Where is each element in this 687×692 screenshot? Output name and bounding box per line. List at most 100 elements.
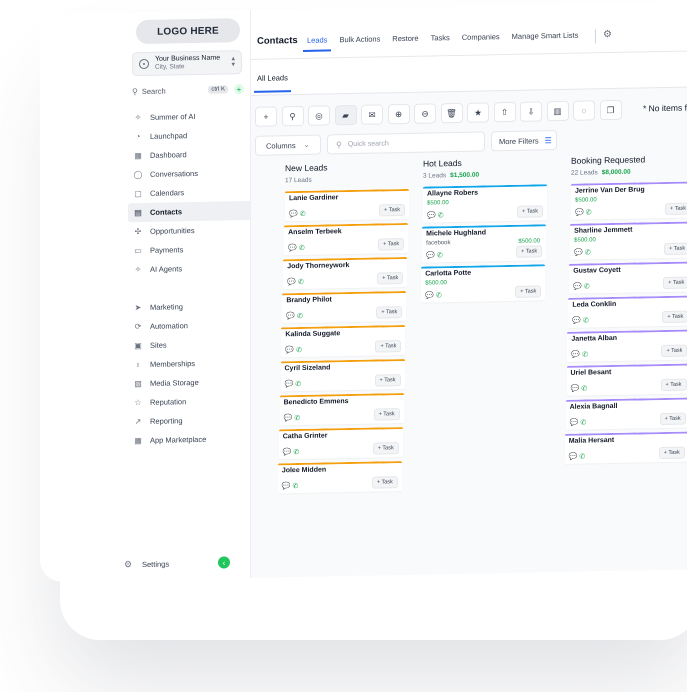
sidebar-item-summer-of-ai[interactable]: ✧ Summer of AI [128, 106, 252, 127]
phone-icon[interactable]: ✆ [436, 292, 442, 299]
add-task-button[interactable]: + Task [516, 245, 543, 258]
sidebar-item-reporting[interactable]: ↗ Reporting [128, 410, 252, 431]
chat-icon[interactable]: 💬 [570, 420, 579, 427]
phone-icon[interactable]: ✆ [586, 209, 592, 216]
add-task-button[interactable]: + Task [371, 476, 398, 489]
download-button[interactable]: ⇩ [520, 101, 542, 122]
lead-card[interactable]: Sharline Jemmett $500.00 💬 ✆ + Task [570, 221, 687, 260]
tab-leads[interactable]: Leads [307, 35, 327, 55]
chat-icon[interactable]: 💬 [426, 252, 435, 259]
add-task-button[interactable]: + Task [378, 238, 405, 251]
tab-restore[interactable]: Restore [392, 34, 418, 55]
phone-icon[interactable]: ✆ [580, 420, 586, 427]
lead-card[interactable]: Gustav Coyett 💬 ✆ + Task [569, 261, 687, 294]
phone-icon[interactable]: ✆ [300, 211, 306, 218]
message-button[interactable]: ▰ [334, 104, 357, 126]
chat-icon[interactable]: 💬 [573, 284, 582, 291]
add-task-button[interactable]: + Task [376, 306, 403, 319]
phone-icon[interactable]: ✆ [583, 317, 589, 324]
tag-add-button[interactable]: ⊕ [387, 103, 410, 125]
add-task-button[interactable]: + Task [372, 442, 399, 455]
sidebar-item-ai-agents[interactable]: ✧ AI Agents [128, 258, 252, 279]
add-task-button[interactable]: + Task [517, 205, 543, 218]
sidebar-item-marketing[interactable]: ➤ Marketing [128, 296, 252, 317]
sidebar-item-reputation[interactable]: ☆ Reputation [128, 391, 252, 412]
trash-button[interactable]: 🗑 [440, 102, 463, 124]
sidebar-item-app-marketplace[interactable]: ▦ App Marketplace [128, 429, 252, 450]
chat-icon[interactable]: 💬 [287, 279, 296, 286]
phone-icon[interactable]: ✆ [581, 385, 587, 392]
phone-icon[interactable]: ✆ [437, 252, 443, 259]
upload-button[interactable]: ⇧ [493, 101, 516, 123]
columns-button[interactable]: Columns ⌄ [255, 134, 321, 156]
lead-card[interactable]: Allayne Robers $500.00 💬 ✆ + Task [423, 184, 547, 223]
chat-icon[interactable]: 💬 [284, 415, 293, 422]
tab-all-leads[interactable]: All Leads [257, 73, 288, 83]
add-task-button[interactable]: + Task [515, 285, 542, 298]
chat-icon[interactable]: 💬 [569, 454, 578, 461]
add-task-button[interactable]: + Task [660, 378, 687, 392]
lead-card[interactable]: Malia Hersant 💬 ✆ + Task [564, 431, 687, 464]
add-task-button[interactable]: + Task [375, 340, 402, 353]
lead-card[interactable]: Anselm Terbeek 💬 ✆ + Task [284, 222, 409, 256]
sidebar-item-contacts[interactable]: ▤ Contacts [128, 200, 252, 223]
chat-icon[interactable]: 💬 [282, 483, 291, 490]
add-task-button[interactable]: + Task [374, 374, 401, 387]
sidebar-item-automation[interactable]: ⟳ Automation [128, 315, 252, 336]
chat-icon[interactable]: 💬 [425, 292, 434, 299]
phone-icon[interactable]: ✆ [296, 347, 302, 354]
gear-icon[interactable]: ⚙ [603, 29, 612, 40]
lead-card[interactable]: Jody Thorneywork 💬 ✆ + Task [283, 256, 408, 290]
chat-icon[interactable]: 💬 [283, 449, 292, 456]
phone-icon[interactable]: ✆ [584, 283, 590, 290]
chat-icon[interactable]: 💬 [574, 250, 583, 257]
chart-button[interactable]: ▥ [546, 100, 569, 122]
tab-companies[interactable]: Companies [462, 32, 500, 53]
sidebar-item-media-storage[interactable]: ▨ Media Storage [128, 372, 252, 393]
lead-card[interactable]: Lanie Gardiner 💬 ✆ + Task [285, 188, 409, 222]
tab-bulk-actions[interactable]: Bulk Actions [339, 34, 380, 55]
star-button[interactable]: ★ [467, 102, 489, 123]
phone-icon[interactable]: ✆ [294, 415, 300, 422]
chat-icon[interactable]: 💬 [285, 347, 294, 354]
chat-icon[interactable]: 💬 [288, 245, 297, 252]
sidebar-item-opportunities[interactable]: ✣ Opportunities [128, 220, 252, 241]
lead-card[interactable]: Catha Grinter 💬 ✆ + Task [278, 427, 403, 460]
sidebar-item-sites[interactable]: ▣ Sites [128, 334, 252, 355]
lead-card[interactable]: Carlotta Potte $500.00 💬 ✆ + Task [421, 264, 546, 303]
phone-icon[interactable]: ✆ [297, 313, 303, 320]
phone-icon[interactable]: ✆ [293, 449, 299, 456]
add-task-button[interactable]: + Task [661, 344, 687, 358]
phone-icon[interactable]: ✆ [293, 483, 299, 490]
chat-icon[interactable]: 💬 [289, 211, 298, 218]
phone-icon[interactable]: ✆ [579, 454, 585, 461]
lead-card[interactable]: Benedicto Emmens 💬 ✆ + Task [279, 393, 404, 426]
lead-card[interactable]: Janetta Alban 💬 ✆ + Task [567, 329, 687, 362]
phone-icon[interactable]: ✆ [295, 381, 301, 388]
lead-card[interactable]: Jerrine Van Der Brug $500.00 💬 ✆ + Task [571, 181, 687, 220]
add-task-button[interactable]: + Task [662, 310, 687, 324]
sidebar-item-memberships[interactable]: ♁ Memberships [128, 353, 252, 374]
chat-icon[interactable]: 💬 [572, 318, 581, 325]
tab-manage-smart-lists[interactable]: Manage Smart Lists [512, 31, 579, 52]
add-task-button[interactable]: + Task [659, 412, 686, 426]
chat-icon[interactable]: 💬 [427, 212, 436, 219]
phone-icon[interactable]: ✆ [438, 212, 444, 219]
plus-button[interactable]: + [255, 106, 277, 127]
sidebar-item-calendars[interactable]: ▢ Calendars [128, 182, 252, 203]
add-task-button[interactable]: + Task [377, 272, 404, 285]
filter-button[interactable]: ⚲ [281, 105, 304, 127]
add-task-button[interactable]: + Task [373, 408, 400, 421]
copy-button[interactable]: ❐ [599, 99, 622, 121]
phone-icon[interactable]: ✆ [299, 245, 305, 252]
business-switcher[interactable]: Your Business Name City, State ▴ ▾ [132, 50, 242, 77]
lead-card[interactable]: Michele Hughland facebook $500.00 💬 ✆ + Task [422, 224, 547, 263]
sidebar-search[interactable]: ⚲ Search ctrl K + [132, 82, 244, 98]
workflow-button[interactable]: ◎ [308, 105, 330, 126]
phone-icon[interactable]: ✆ [582, 351, 588, 358]
sidebar-item-launchpad[interactable]: ◔ Launchpad [128, 125, 252, 146]
add-task-button[interactable]: + Task [665, 202, 687, 215]
phone-icon[interactable]: ✆ [585, 249, 591, 256]
add-task-button[interactable]: + Task [658, 446, 685, 460]
email-button[interactable]: ✉ [361, 104, 383, 125]
